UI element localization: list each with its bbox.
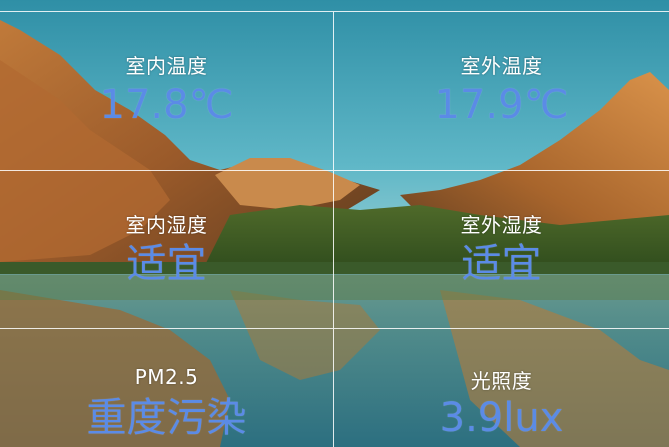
pm25-card[interactable]: PM2.5 重度污染 — [0, 328, 334, 447]
card-value: 17.9℃ — [434, 82, 569, 128]
indoor-humidity-card[interactable]: 室内湿度 适宜 — [0, 170, 334, 328]
card-label: 光照度 — [470, 369, 533, 393]
sensor-dashboard-grid: 室内温度 17.8℃ 室外温度 17.9℃ 室内湿度 适宜 室外湿度 适宜 PM… — [0, 0, 669, 447]
card-value: 重度污染 — [86, 395, 247, 441]
top-strip — [0, 0, 669, 11]
indoor-temperature-card[interactable]: 室内温度 17.8℃ — [0, 11, 334, 170]
illuminance-card[interactable]: 光照度 3.9lux — [334, 328, 669, 447]
outdoor-humidity-card[interactable]: 室外湿度 适宜 — [334, 170, 669, 328]
card-label: 室内湿度 — [125, 213, 208, 237]
card-label: 室外湿度 — [460, 213, 543, 237]
card-value: 17.8℃ — [99, 82, 234, 128]
card-label: 室内温度 — [125, 54, 208, 78]
card-label: 室外温度 — [460, 54, 543, 78]
card-value: 适宜 — [126, 241, 207, 287]
card-value: 适宜 — [461, 241, 542, 287]
card-value: 3.9lux — [439, 395, 564, 441]
outdoor-temperature-card[interactable]: 室外温度 17.9℃ — [334, 11, 669, 170]
card-label: PM2.5 — [134, 365, 199, 389]
